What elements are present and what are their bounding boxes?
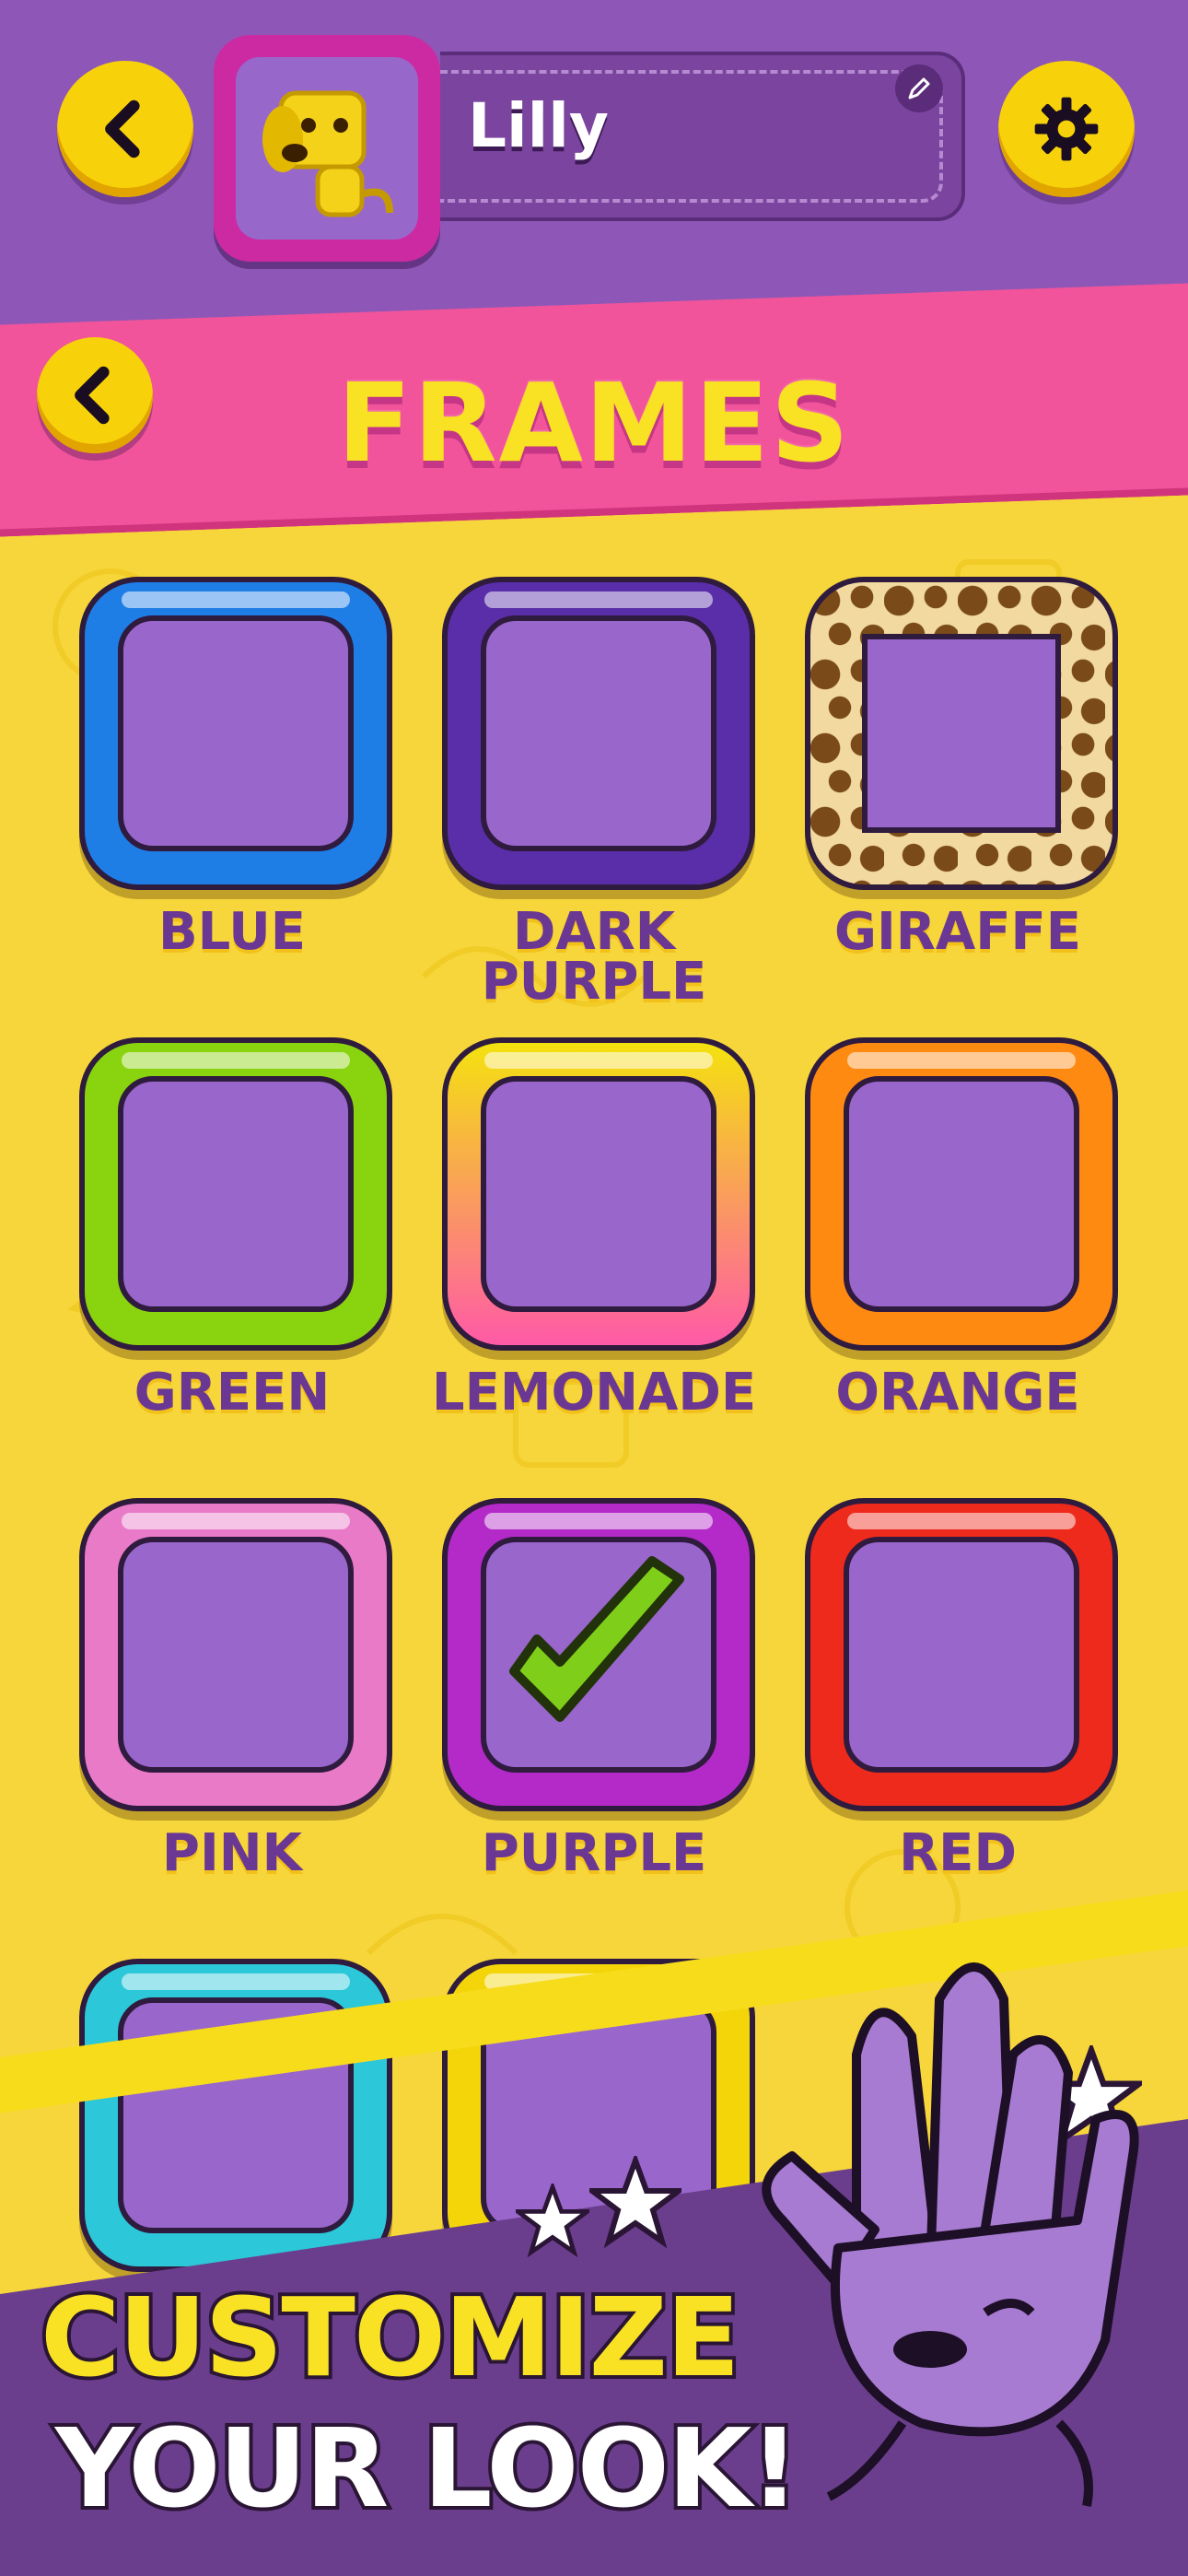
dog-avatar-icon xyxy=(262,90,393,217)
frame-tile-cyan[interactable] xyxy=(79,1959,392,2272)
frame-label: GREEN xyxy=(134,1363,331,1423)
profile-name: Lilly xyxy=(468,90,609,161)
frame-label: BLUE xyxy=(157,902,307,962)
promo-line-1: CUSTOMIZE xyxy=(37,2270,744,2405)
promo-line-2: YOUR LOOK! xyxy=(52,2401,803,2535)
profile-name-field[interactable]: Lilly xyxy=(440,52,965,221)
checkmark-icon xyxy=(509,1556,684,1722)
frame-tile-pink[interactable] xyxy=(79,1498,392,1811)
frame-label: ORANGE xyxy=(835,1363,1080,1423)
frame-label: LEMONADE xyxy=(431,1363,757,1423)
frame-tile-dark-purple[interactable] xyxy=(442,577,755,890)
frame-tile-purple[interactable] xyxy=(442,1498,755,1811)
gear-icon xyxy=(1034,97,1099,161)
frame-label: DARK PURPLE xyxy=(481,902,707,1012)
frame-label: PINK xyxy=(161,1823,303,1883)
frame-tile-orange[interactable] xyxy=(805,1037,1118,1351)
frame-tile-green[interactable] xyxy=(79,1037,392,1351)
frame-tile-giraffe[interactable] xyxy=(805,577,1118,890)
pencil-icon xyxy=(908,77,930,100)
back-button[interactable] xyxy=(57,61,193,197)
frame-tile-blue[interactable] xyxy=(79,577,392,890)
chevron-left-icon xyxy=(105,100,140,158)
frame-label: GIRAFFE xyxy=(833,902,1082,962)
page-title: FRAMES xyxy=(337,359,851,486)
frame-label: RED xyxy=(899,1823,1017,1883)
frames-screen: Lilly FRAMES BLUE DARK PURPLE GIRAFFE GR… xyxy=(0,0,1188,2576)
profile-avatar[interactable] xyxy=(214,35,440,262)
settings-button[interactable] xyxy=(998,61,1135,197)
frame-label: PURPLE xyxy=(481,1823,707,1883)
frame-tile-lemonade[interactable] xyxy=(442,1037,755,1351)
frame-tile-red[interactable] xyxy=(805,1498,1118,1811)
edit-name-button[interactable] xyxy=(895,64,943,112)
star-icon xyxy=(516,2184,589,2257)
star-icon xyxy=(589,2156,681,2248)
